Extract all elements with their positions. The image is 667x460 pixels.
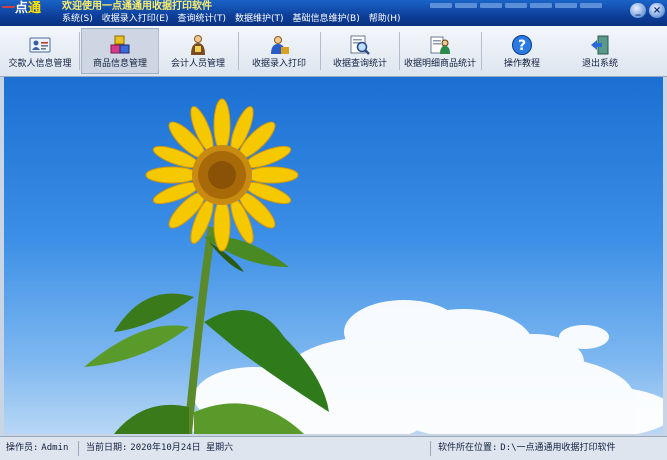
exit-label: 退出系统	[581, 59, 618, 69]
payer-info-label: 交款人信息管理	[8, 59, 72, 69]
exit-button[interactable]: 退出系统	[562, 29, 638, 73]
payer-info-button[interactable]: 交款人信息管理	[2, 29, 78, 73]
accountant-manage-label: 会计人员管理	[170, 59, 225, 69]
product-info-button[interactable]: 商品信息管理	[81, 28, 159, 74]
person-print-icon	[268, 34, 290, 56]
receipt-item-stats-label: 收据明细商品统计	[403, 59, 476, 69]
menu-basic-info[interactable]: 基础信息维护(B)	[293, 13, 360, 25]
operator-label: 操作员:	[6, 443, 39, 453]
receipt-query-label: 收据查询统计	[332, 59, 387, 69]
operator-status: 操作员: Admin	[6, 441, 79, 456]
doc-person-icon	[429, 34, 451, 56]
person-card-icon	[29, 34, 51, 56]
svg-text:?: ?	[518, 38, 526, 54]
status-bar: 操作员: Admin 当前日期: 2020年10月24日 星期六 软件所在位置:…	[0, 436, 667, 460]
toolbar-separator	[320, 32, 321, 70]
window-controls: _ ×	[627, 3, 665, 18]
accountant-icon	[187, 34, 209, 56]
toolbar: 交款人信息管理 商品信息管理 会计人员管理 收据录入打印 收据查询统计 收据明细…	[0, 26, 667, 77]
receipt-item-stats-button[interactable]: 收据明细商品统计	[400, 29, 480, 73]
toolbar-separator	[158, 32, 159, 70]
receipt-query-button[interactable]: 收据查询统计	[322, 29, 398, 73]
exit-icon	[589, 34, 611, 56]
product-info-label: 商品信息管理	[92, 59, 147, 69]
menu-data-maintenance[interactable]: 数据维护(T)	[235, 13, 284, 25]
menu-help[interactable]: 帮助(H)	[369, 13, 401, 25]
menu-system[interactable]: 系统(S)	[62, 13, 93, 25]
accountant-manage-button[interactable]: 会计人员管理	[160, 29, 236, 73]
tutorial-button[interactable]: ? 操作教程	[484, 29, 560, 73]
window-title: 欢迎使用一点通通用收据打印软件	[62, 1, 212, 12]
path-value: D:\一点通通用收据打印软件	[500, 443, 616, 453]
toolbar-separator	[238, 32, 239, 70]
tutorial-label: 操作教程	[503, 59, 540, 69]
sunflower-wallpaper	[84, 98, 663, 434]
title-decoration	[430, 3, 605, 8]
menu-receipt-entry[interactable]: 收据录入打印(E)	[102, 13, 169, 25]
cubes-icon	[109, 34, 131, 56]
receipt-entry-print-label: 收据录入打印	[251, 59, 306, 69]
operator-value: Admin	[41, 443, 69, 453]
title-bar: 一点通 欢迎使用一点通通用收据打印软件 系统(S) 收据录入打印(E) 查询统计…	[0, 0, 667, 26]
menu-bar: 系统(S) 收据录入打印(E) 查询统计(T) 数据维护(T) 基础信息维护(B…	[62, 13, 410, 25]
help-icon: ?	[511, 34, 533, 56]
menu-query-stats[interactable]: 查询统计(T)	[177, 13, 226, 25]
toolbar-separator	[79, 32, 80, 70]
path-label: 软件所在位置:	[438, 443, 498, 453]
close-button[interactable]: ×	[649, 3, 665, 18]
date-status: 当前日期: 2020年10月24日 星期六	[86, 441, 431, 456]
toolbar-separator	[481, 32, 482, 70]
app-logo: 一点通	[2, 1, 42, 16]
date-value: 2020年10月24日 星期六	[130, 443, 234, 453]
date-label: 当前日期:	[86, 443, 128, 453]
magnifier-doc-icon	[349, 34, 371, 56]
minimize-button[interactable]: _	[630, 3, 646, 18]
main-area	[4, 77, 663, 434]
receipt-entry-print-button[interactable]: 收据录入打印	[240, 29, 318, 73]
path-status: 软件所在位置: D:\一点通通用收据打印软件	[438, 441, 664, 456]
